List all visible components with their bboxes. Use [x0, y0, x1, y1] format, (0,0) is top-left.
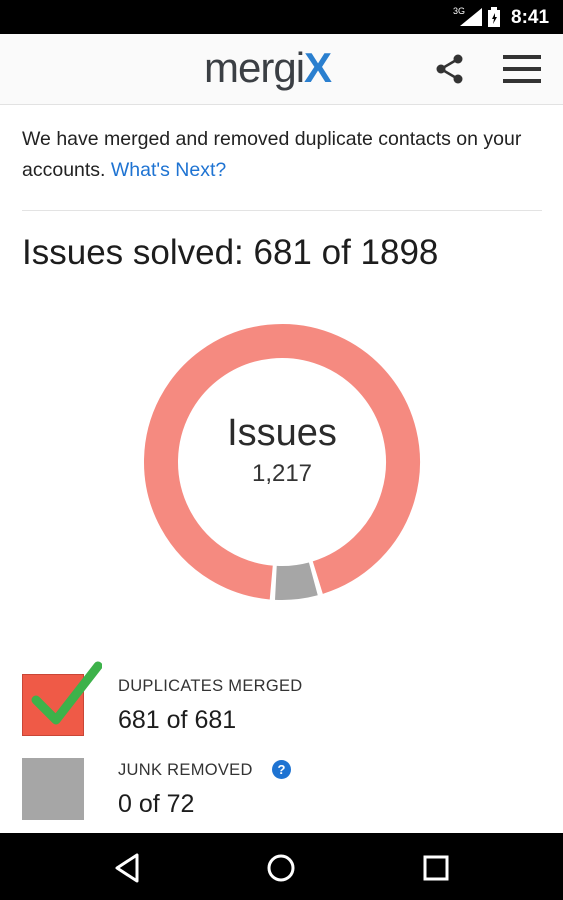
clock: 8:41 — [511, 7, 550, 28]
duplicates-merged-label: DUPLICATES MERGED — [118, 677, 303, 695]
issues-solved-title: Issues solved: 681 of 1898 — [22, 233, 439, 272]
intro-text: We have merged and removed duplicate con… — [22, 128, 522, 181]
donut-center: Issues 1,217 — [140, 410, 424, 488]
status-bar: 3G 8:41 — [0, 0, 563, 34]
donut-center-label: Issues — [227, 412, 337, 454]
junk-removed-value: 0 of 72 — [118, 790, 195, 818]
check-icon — [31, 661, 102, 725]
recent-apps-icon[interactable] — [419, 851, 453, 885]
menu-icon[interactable] — [503, 54, 541, 84]
battery-icon — [488, 7, 500, 27]
signal-icon — [460, 8, 482, 26]
logo-accent: X — [304, 44, 332, 91]
share-icon[interactable] — [434, 53, 466, 85]
divider — [22, 210, 542, 211]
donut-slice-junk — [275, 562, 318, 600]
junk-legend-swatch — [22, 758, 84, 820]
app-bar: mergiX — [0, 34, 563, 105]
app-logo: mergiX — [204, 44, 332, 92]
whats-next-link[interactable]: What's Next? — [111, 159, 226, 181]
intro-message: We have merged and removed duplicate con… — [22, 124, 542, 186]
home-icon[interactable] — [264, 851, 298, 885]
system-nav-bar — [0, 833, 563, 900]
back-icon[interactable] — [111, 851, 145, 885]
donut-center-value: 1,217 — [251, 460, 313, 487]
help-icon[interactable]: ? — [272, 760, 291, 779]
logo-text: mergi — [204, 44, 305, 91]
junk-removed-label: JUNK REMOVED — [118, 761, 253, 779]
duplicates-merged-value: 681 of 681 — [118, 706, 237, 734]
